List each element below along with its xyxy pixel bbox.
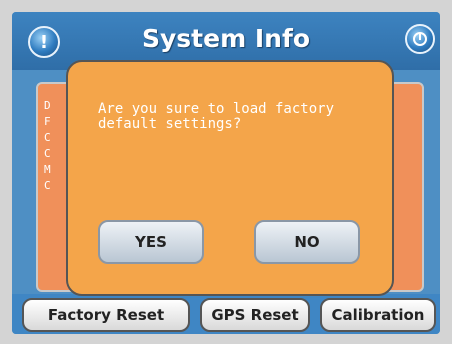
info-line: C xyxy=(44,131,51,144)
no-button[interactable]: NO xyxy=(254,220,360,264)
factory-reset-button[interactable]: Factory Reset xyxy=(22,298,190,332)
confirm-dialog: Are you sure to load factory default set… xyxy=(66,60,394,296)
info-line: C xyxy=(44,179,51,192)
power-icon xyxy=(413,32,427,46)
dialog-message: Are you sure to load factory default set… xyxy=(98,101,335,132)
calibration-button[interactable]: Calibration xyxy=(320,298,436,332)
power-button[interactable] xyxy=(405,24,435,54)
info-line: C xyxy=(44,147,51,160)
info-lines: D F C C M C xyxy=(44,98,51,194)
info-line: F xyxy=(44,115,51,128)
bottom-toolbar: Factory Reset GPS Reset Calibration xyxy=(12,294,440,334)
info-line: D xyxy=(44,99,51,112)
page-title: System Info xyxy=(142,24,310,53)
yes-button[interactable]: YES xyxy=(98,220,204,264)
info-line: M xyxy=(44,163,51,176)
gps-reset-button[interactable]: GPS Reset xyxy=(200,298,310,332)
